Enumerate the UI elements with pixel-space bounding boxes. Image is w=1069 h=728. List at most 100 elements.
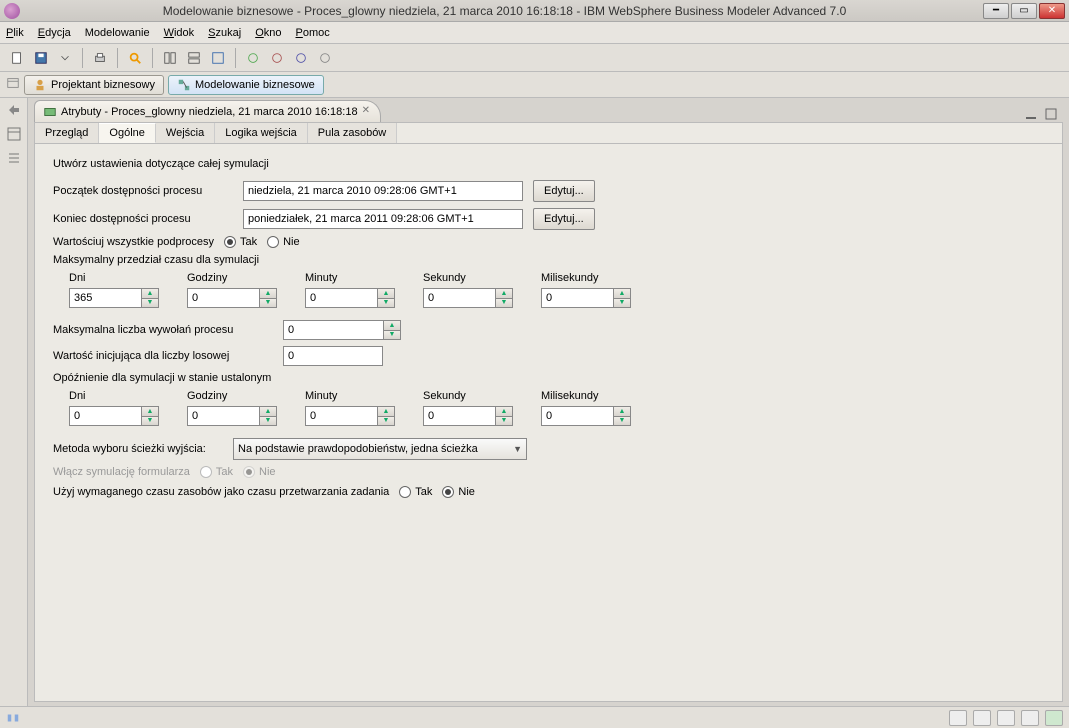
start-edit-button[interactable]: Edytuj... — [533, 180, 595, 202]
subtab-general[interactable]: Ogólne — [99, 123, 155, 143]
statusbar-icon-3[interactable] — [997, 710, 1015, 726]
minimize-editor-icon[interactable] — [1023, 106, 1039, 122]
editor-tab-label: Atrybuty - Proces_glowny niedziela, 21 m… — [61, 106, 358, 118]
restore-button[interactable]: ▭ — [1011, 3, 1037, 19]
end-label: Koniec dostępności procesu — [53, 213, 233, 225]
attributes-icon — [43, 105, 57, 119]
value-subprocesses-no[interactable]: Nie — [267, 236, 300, 248]
seconds-label-2: Sekundy — [423, 390, 513, 402]
open-perspective-icon[interactable] — [6, 76, 20, 93]
hours-label-2: Godziny — [187, 390, 277, 402]
menu-find[interactable]: Szukaj — [208, 27, 241, 39]
statusbar-icon-4[interactable] — [1021, 710, 1039, 726]
interval2-minutes[interactable]: ▲▼ — [305, 406, 395, 426]
left-gutter — [0, 98, 28, 706]
toolbar-dropdown-icon[interactable] — [54, 47, 76, 69]
max-interval-label: Maksymalny przedział czasu dla symulacji — [53, 254, 1044, 266]
editor-tab-attributes[interactable]: Atrybuty - Proces_glowny niedziela, 21 m… — [34, 100, 381, 122]
path-method-select[interactable]: Na podstawie prawdopodobieństw, jedna śc… — [233, 438, 527, 460]
subtab-resourcepool[interactable]: Pula zasobów — [308, 123, 398, 143]
gutter-outline-icon[interactable] — [6, 150, 22, 166]
interval1-row: Dni▲▼ Godziny▲▼ Minuty▲▼ Sekundy▲▼ Milis… — [69, 272, 1044, 308]
maximize-editor-icon[interactable] — [1043, 106, 1059, 122]
days-label-2: Dni — [69, 390, 159, 402]
toolbar-search-icon[interactable] — [124, 47, 146, 69]
toolbar-layout2-icon[interactable] — [183, 47, 205, 69]
perspective-modeling-label: Modelowanie biznesowe — [195, 79, 315, 91]
minutes-label: Minuty — [305, 272, 395, 284]
editor-tabbar: Atrybuty - Proces_glowny niedziela, 21 m… — [34, 100, 1063, 122]
interval2-seconds[interactable]: ▲▼ — [423, 406, 513, 426]
menu-modeling[interactable]: Modelowanie — [85, 27, 150, 39]
perspective-designer[interactable]: Projektant biznesowy — [24, 75, 164, 95]
days-label: Dni — [69, 272, 159, 284]
close-tab-icon[interactable]: ✕ — [362, 105, 374, 117]
minutes-label-2: Minuty — [305, 390, 395, 402]
subtab-row: Przegląd Ogólne Wejścia Logika wejścia P… — [34, 122, 1063, 144]
form-sim-no: Nie — [243, 466, 276, 478]
section-title: Utwórz ustawienia dotyczące całej symula… — [53, 158, 1044, 170]
hours-label: Godziny — [187, 272, 277, 284]
use-resource-time-radio-group: Tak Nie — [399, 486, 475, 498]
statusbar-icon-1[interactable] — [949, 710, 967, 726]
perspective-row: Projektant biznesowy Modelowanie bizneso… — [0, 72, 1069, 98]
menu-file[interactable]: Plik — [6, 27, 24, 39]
use-resource-time-label: Użyj wymaganego czasu zasobów jako czasu… — [53, 486, 389, 498]
form-sim-yes: Tak — [200, 466, 233, 478]
interval1-minutes[interactable]: ▲▼ — [305, 288, 395, 308]
interval2-row: Dni ▲▼ Godziny ▲▼ Minuty ▲▼ Sekundy ▲▼ Milis… — [69, 390, 1044, 426]
form-panel: Utwórz ustawienia dotyczące całej symula… — [34, 144, 1063, 702]
subtab-overview[interactable]: Przegląd — [35, 123, 99, 143]
subtab-inputs[interactable]: Wejścia — [156, 123, 215, 143]
interval2-hours[interactable]: ▲▼ — [187, 406, 277, 426]
end-edit-button[interactable]: Edytuj... — [533, 208, 595, 230]
value-subprocesses-yes[interactable]: Tak — [224, 236, 257, 248]
menu-help[interactable]: Pomoc — [296, 27, 330, 39]
window-title: Modelowanie biznesowe - Proces_glowny ni… — [26, 4, 983, 18]
toolbar-save-icon[interactable] — [30, 47, 52, 69]
toolbar-profile3-icon[interactable] — [290, 47, 312, 69]
path-method-label: Metoda wyboru ścieżki wyjścia: — [53, 443, 223, 455]
gutter-restore-icon[interactable] — [6, 102, 22, 118]
gutter-navigator-icon[interactable] — [6, 126, 22, 142]
toolbar-profile1-icon[interactable] — [242, 47, 264, 69]
seconds-label: Sekundy — [423, 272, 513, 284]
form-sim-label: Włącz symulację formularza — [53, 466, 190, 478]
form-sim-radio-group: Tak Nie — [200, 466, 276, 478]
minimize-button[interactable]: ━ — [983, 3, 1009, 19]
perspective-modeling[interactable]: Modelowanie biznesowe — [168, 75, 324, 95]
interval2-days[interactable]: ▲▼ — [69, 406, 159, 426]
use-resource-time-no[interactable]: Nie — [442, 486, 475, 498]
interval1-seconds[interactable]: ▲▼ — [423, 288, 513, 308]
toolbar-new-icon[interactable] — [6, 47, 28, 69]
interval1-ms[interactable]: ▲▼ — [541, 288, 631, 308]
designer-icon — [33, 78, 47, 92]
interval1-hours[interactable]: ▲▼ — [187, 288, 277, 308]
subtab-inputlogic[interactable]: Logika wejścia — [215, 123, 308, 143]
menubar: Plik Edycja Modelowanie Widok Szukaj Okn… — [0, 22, 1069, 44]
toolbar-print-icon[interactable] — [89, 47, 111, 69]
seed-field[interactable]: 0 — [283, 346, 383, 366]
toolbar-layout1-icon[interactable] — [159, 47, 181, 69]
max-calls-spinner[interactable]: ▲▼ — [283, 320, 401, 340]
menu-window[interactable]: Okno — [255, 27, 281, 39]
statusbar-icon-2[interactable] — [973, 710, 991, 726]
start-value-field: niedziela, 21 marca 2010 09:28:06 GMT+1 — [243, 181, 523, 201]
start-label: Początek dostępności procesu — [53, 185, 233, 197]
titlebar: Modelowanie biznesowe - Proces_glowny ni… — [0, 0, 1069, 22]
status-left — [6, 711, 20, 725]
menu-edit[interactable]: Edycja — [38, 27, 71, 39]
interval2-ms[interactable]: ▲▼ — [541, 406, 631, 426]
use-resource-time-yes[interactable]: Tak — [399, 486, 432, 498]
toolbar-layout3-icon[interactable] — [207, 47, 229, 69]
statusbar — [0, 706, 1069, 728]
close-button[interactable]: ✕ — [1039, 3, 1065, 19]
toolbar-profile2-icon[interactable] — [266, 47, 288, 69]
statusbar-icon-5[interactable] — [1045, 710, 1063, 726]
menu-view[interactable]: Widok — [164, 27, 195, 39]
status-icon — [6, 711, 20, 725]
toolbar-profile4-icon[interactable] — [314, 47, 336, 69]
ms-label-2: Milisekundy — [541, 390, 631, 402]
seed-label: Wartość inicjująca dla liczby losowej — [53, 350, 273, 362]
interval1-days[interactable]: ▲▼ — [69, 288, 159, 308]
